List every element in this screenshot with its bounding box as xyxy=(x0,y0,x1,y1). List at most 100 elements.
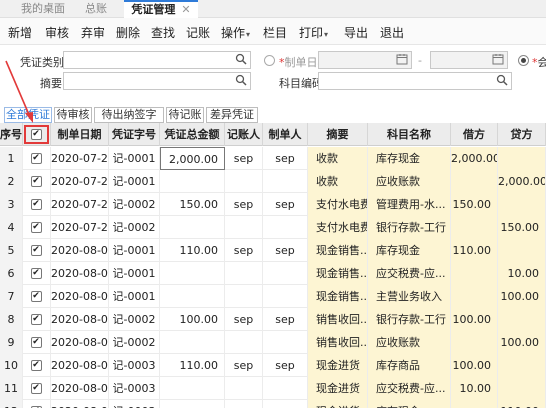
row-maker xyxy=(263,285,308,308)
row-credit xyxy=(498,377,546,400)
row-checkbox[interactable]: ✔ xyxy=(23,147,51,170)
table-row[interactable]: 7 ✔ 2020-08-02 记-0001 现金销售... 主营业务收入 100.00 xyxy=(0,285,546,308)
row-account: 银行存款-工行 xyxy=(368,216,451,239)
table-header: 序号 ✔ 制单日期 凭证字号 凭证总金额 记账人 制单人 摘要 科目名称 借方 … xyxy=(0,123,546,146)
columns-button[interactable]: 栏目 xyxy=(263,24,287,41)
period-radio[interactable] xyxy=(518,55,529,66)
row-voucher-no: 记-0002 xyxy=(109,331,160,354)
table-row[interactable]: 4 ✔ 2020-07-22 记-0002 支付水电费 银行存款-工行 150.00 xyxy=(0,216,546,239)
row-total xyxy=(160,262,225,285)
tab-my-desktop[interactable]: 我的桌面 xyxy=(14,0,72,18)
row-total xyxy=(160,377,225,400)
col-account[interactable]: 科目名称 xyxy=(368,123,451,146)
row-checkbox[interactable]: ✔ xyxy=(23,262,51,285)
row-voucher-no: 记-0002 xyxy=(109,193,160,216)
row-checkbox[interactable]: ✔ xyxy=(23,239,51,262)
search-icon[interactable] xyxy=(495,74,509,88)
date-radio[interactable] xyxy=(264,55,275,66)
row-total: 150.00 xyxy=(160,193,225,216)
search-icon[interactable] xyxy=(234,74,248,88)
table-row[interactable]: 12✔2020-08-02记-0003 现金进货库存现金 110.00 xyxy=(0,400,546,408)
exit-button[interactable]: 退出 xyxy=(380,24,404,41)
col-credit[interactable]: 贷方 xyxy=(498,123,546,146)
row-checkbox[interactable]: ✔ xyxy=(23,170,51,193)
export-button[interactable]: 导出 xyxy=(344,24,368,41)
account-code-input[interactable] xyxy=(318,72,512,90)
row-total xyxy=(160,331,225,354)
row-seq: 3 xyxy=(0,193,23,216)
table-row[interactable]: 9 ✔ 2020-08-02 记-0002 销售收回... 应收账款 100.00 xyxy=(0,331,546,354)
tab-pending-cashier[interactable]: 待出纳签字 xyxy=(94,107,164,123)
calendar-icon[interactable] xyxy=(491,53,505,67)
row-checkbox[interactable]: ✔ xyxy=(23,331,51,354)
unaudit-button[interactable]: 弃审 xyxy=(81,24,105,41)
row-credit xyxy=(498,147,546,170)
row-maker: sep xyxy=(263,147,308,170)
post-button[interactable]: 记账 xyxy=(186,24,210,41)
date-end-input[interactable] xyxy=(430,51,508,69)
table-row[interactable]: 10 ✔ 2020-08-02 记-0003 110.00 sep sep 现金进货 库存商品 1… xyxy=(0,354,546,377)
row-poster: sep xyxy=(225,239,263,262)
voucher-type-input[interactable] xyxy=(63,51,251,69)
row-checkbox[interactable]: ✔ xyxy=(23,285,51,308)
row-total xyxy=(160,216,225,239)
row-checkbox[interactable]: ✔ xyxy=(23,354,51,377)
tab-voucher-management[interactable]: 凭证管理 ✕ xyxy=(124,0,198,18)
row-total: 110.00 xyxy=(160,239,225,262)
row-checkbox[interactable]: ✔ xyxy=(23,377,51,400)
row-checkbox[interactable]: ✔ xyxy=(23,216,51,239)
col-summary[interactable]: 摘要 xyxy=(308,123,368,146)
delete-button[interactable]: 删除 xyxy=(116,24,140,41)
col-seq: 序号 xyxy=(0,123,23,146)
col-debit[interactable]: 借方 xyxy=(451,123,498,146)
table-row[interactable]: 8 ✔ 2020-08-02 记-0002 100.00 sep sep 销售收回... 银行存… xyxy=(0,308,546,331)
date-start-input[interactable] xyxy=(318,51,412,69)
table-row[interactable]: 1 ✔ 2020-07-22 记-0001 2,000.00 sep sep 收款 库存现金 2,… xyxy=(0,147,546,170)
tab-general-ledger[interactable]: 总账 xyxy=(76,0,116,18)
table-row[interactable]: 5 ✔ 2020-08-02 记-0001 110.00 sep sep 现金销售... 库存现… xyxy=(0,239,546,262)
row-checkbox[interactable]: ✔ xyxy=(23,308,51,331)
table-row[interactable]: 6 ✔ 2020-08-02 记-0001 现金销售... 应交税费-应... 10.00 xyxy=(0,262,546,285)
table-row[interactable]: 2 ✔ 2020-07-22 记-0001 收款 应收账款 2,000.00 xyxy=(0,170,546,193)
tab-pending-audit[interactable]: 待审核 xyxy=(54,107,92,123)
row-date: 2020-08-02 xyxy=(51,377,109,400)
row-summary: 现金销售... xyxy=(308,262,368,285)
add-button[interactable]: 新增 xyxy=(8,24,32,41)
row-checkbox[interactable]: ✔ xyxy=(23,400,51,408)
row-total: 2,000.00 xyxy=(160,147,225,170)
row-account: 库存现金 xyxy=(368,239,451,262)
print-menu-button[interactable]: 打印▾ xyxy=(299,24,328,41)
row-account: 库存现金 xyxy=(368,400,451,408)
col-poster[interactable]: 记账人 xyxy=(225,123,263,146)
row-account: 应交税费-应... xyxy=(368,262,451,285)
search-icon[interactable] xyxy=(234,53,248,67)
row-seq: 12 xyxy=(0,400,23,408)
row-debit xyxy=(451,331,498,354)
tab-difference-vouchers[interactable]: 差异凭证 xyxy=(206,107,258,123)
col-voucher-no[interactable]: 凭证字号 xyxy=(109,123,160,146)
table-row[interactable]: 11 ✔ 2020-08-02 记-0003 现金进货 应交税费-应... 10.00 xyxy=(0,377,546,400)
row-poster: sep xyxy=(225,193,263,216)
row-maker: sep xyxy=(263,354,308,377)
row-debit xyxy=(451,216,498,239)
close-icon[interactable]: ✕ xyxy=(181,3,190,16)
row-account: 应收账款 xyxy=(368,170,451,193)
audit-button[interactable]: 审核 xyxy=(45,24,69,41)
find-button[interactable]: 查找 xyxy=(151,24,175,41)
row-credit: 10.00 xyxy=(498,262,546,285)
row-seq: 6 xyxy=(0,262,23,285)
table-row[interactable]: 3 ✔ 2020-07-22 记-0002 150.00 sep sep 支付水电费 管理费用-… xyxy=(0,193,546,216)
summary-input[interactable] xyxy=(63,72,251,90)
row-total xyxy=(160,400,225,408)
row-summary: 支付水电费 xyxy=(308,216,368,239)
col-date[interactable]: 制单日期 xyxy=(51,123,109,146)
operation-menu-button[interactable]: 操作▾ xyxy=(221,24,250,41)
col-total[interactable]: 凭证总金额 xyxy=(160,123,225,146)
row-date: 2020-07-22 xyxy=(51,147,109,170)
calendar-icon[interactable] xyxy=(395,53,409,67)
col-maker[interactable]: 制单人 xyxy=(263,123,308,146)
tab-pending-posting[interactable]: 待记账 xyxy=(166,107,204,123)
row-date: 2020-07-22 xyxy=(51,193,109,216)
row-maker: sep xyxy=(263,308,308,331)
row-checkbox[interactable]: ✔ xyxy=(23,193,51,216)
